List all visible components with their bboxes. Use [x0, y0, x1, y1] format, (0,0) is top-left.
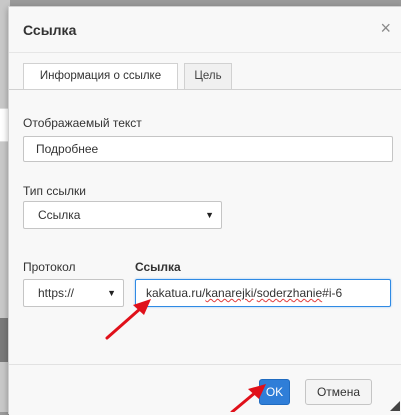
link-type-select[interactable]: Ссылка ▼ [23, 201, 222, 229]
dialog-titlebar[interactable]: Ссылка × [9, 7, 401, 53]
tab-link-info[interactable]: Информация о ссылке [23, 63, 178, 90]
tab-divider [9, 89, 401, 90]
ok-button[interactable]: OK [259, 379, 290, 405]
url-text-part: kakatua.ru/ [146, 286, 206, 300]
resize-grip-icon[interactable] [390, 401, 400, 411]
link-dialog: Ссылка × Информация о ссылке Цель Отобра… [8, 6, 401, 415]
dialog-footer: OK Отмена [9, 364, 401, 415]
tab-target[interactable]: Цель [184, 63, 232, 89]
chevron-down-icon: ▼ [107, 288, 116, 298]
link-type-value: Ссылка [38, 208, 81, 222]
protocol-select[interactable]: https:// ▼ [23, 279, 124, 307]
protocol-label: Протокол [23, 260, 76, 274]
url-text-part: soderzhanie [256, 286, 323, 300]
cancel-button[interactable]: Отмена [305, 379, 372, 405]
link-type-label: Тип ссылки [23, 184, 86, 198]
url-text-part: kanarejki [205, 286, 254, 300]
dialog-title: Ссылка [23, 22, 77, 38]
protocol-value: https:// [38, 286, 75, 300]
display-text-input[interactable]: Подробнее [23, 136, 393, 162]
display-text-label: Отображаемый текст [23, 116, 142, 130]
url-label: Ссылка [135, 260, 181, 274]
url-text-part: #i-6 [322, 286, 343, 300]
url-input[interactable]: kakatua.ru/kanarejki/soderzhanie#i-6 [135, 279, 391, 307]
close-icon[interactable]: × [380, 19, 391, 37]
chevron-down-icon: ▼ [205, 210, 214, 220]
